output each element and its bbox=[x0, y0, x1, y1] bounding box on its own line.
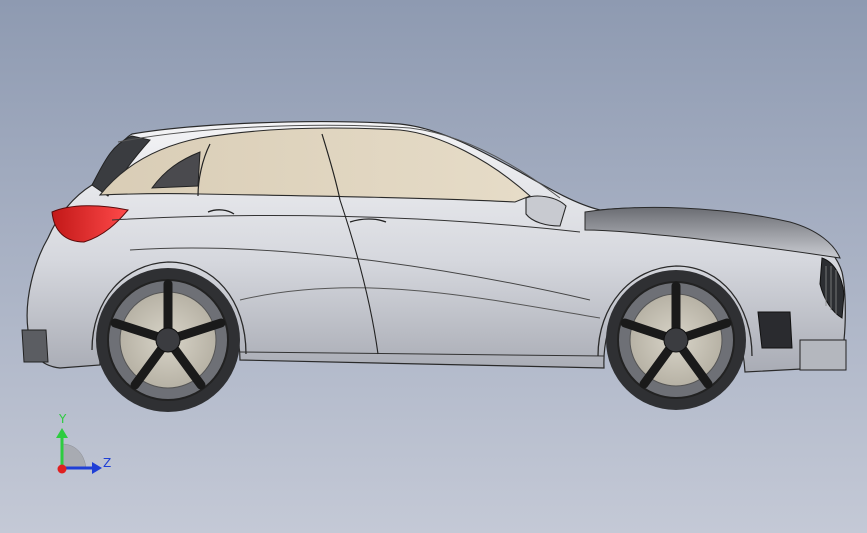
z-arrowhead-icon bbox=[92, 462, 102, 474]
cad-graphics-viewport[interactable]: Y Z bbox=[0, 0, 867, 533]
y-arrowhead-icon bbox=[56, 428, 68, 438]
rear-bumper bbox=[21, 329, 49, 363]
rear-wheel bbox=[96, 268, 240, 412]
front-air-intake bbox=[757, 311, 793, 349]
front-bumper-lip bbox=[799, 339, 847, 371]
x-axis-dot-icon bbox=[57, 464, 67, 474]
y-axis-label: Y bbox=[59, 412, 67, 426]
car-3d-model[interactable] bbox=[0, 0, 867, 533]
z-axis-label: Z bbox=[103, 456, 112, 470]
front-wheel bbox=[606, 270, 746, 410]
orientation-triad[interactable] bbox=[40, 408, 120, 488]
triad-grey-cube-icon bbox=[61, 443, 87, 469]
